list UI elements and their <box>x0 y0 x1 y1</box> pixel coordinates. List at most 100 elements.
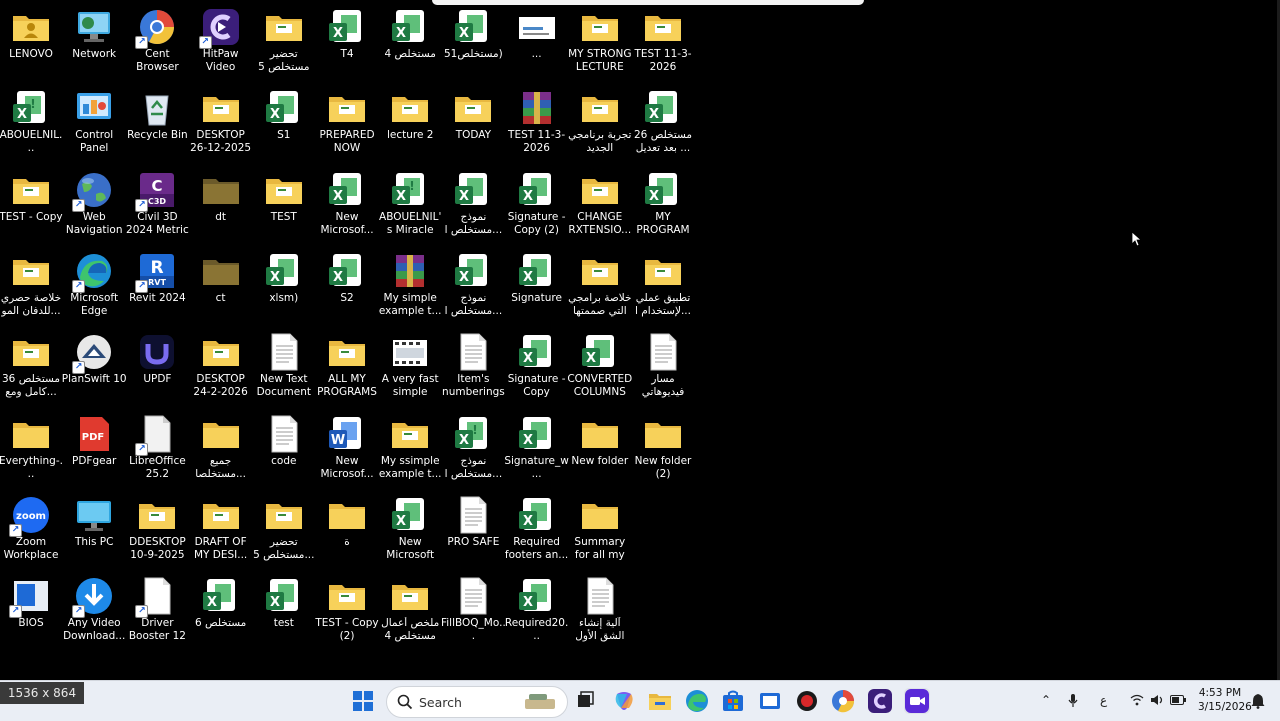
desktop-icon[interactable]: PDF PDFgear <box>62 408 126 488</box>
desktop-icon[interactable]: zoom ↗ Zoom Workplace <box>0 489 63 569</box>
desktop-icon[interactable]: DDESKTOP 10-9-2025 <box>125 489 189 569</box>
desktop-icon[interactable]: X مستخلص 4 <box>378 1 442 81</box>
desktop-icon[interactable]: X مستخلص51) <box>441 1 505 81</box>
desktop-icon[interactable]: LENOVO <box>0 1 63 81</box>
desktop-icon[interactable]: ↗HitPaw Video Converter <box>189 1 253 81</box>
taskbar-store-button[interactable] <box>720 688 746 714</box>
desktop-icon[interactable]: Network <box>62 1 126 81</box>
taskbar-search-box[interactable]: Search <box>386 686 568 718</box>
desktop-icon[interactable]: X مستخلص 26 بعد تعديل ... <box>631 82 695 162</box>
desktop-icon[interactable]: TEST - Copy (2) <box>315 570 379 650</box>
desktop-icon[interactable]: ↗ Microsoft Edge <box>62 245 126 325</box>
desktop-icon[interactable]: مسار فيديوهاتي <box>631 326 695 406</box>
language-indicator[interactable]: ع <box>1100 693 1107 707</box>
desktop-icon[interactable]: X Signature - Copy <box>505 326 569 406</box>
desktop-icon[interactable]: X Signature - Copy (2) <box>505 164 569 244</box>
desktop-icon[interactable]: !XABOUELNIL's Miracle Aut... <box>378 164 442 244</box>
notification-bell-icon[interactable] <box>1251 693 1265 709</box>
desktop-icon[interactable]: ALL MY PROGRAMS <box>315 326 379 406</box>
desktop-icon[interactable]: ... <box>505 1 569 81</box>
desktop-icon[interactable]: New folder (2) <box>631 408 695 488</box>
desktop-icon[interactable]: My ssimple example t... <box>378 408 442 488</box>
taskbar-hitpaw-button[interactable] <box>867 688 893 714</box>
desktop-icon[interactable]: ↗ Web Navigation <box>62 164 126 244</box>
desktop-icon[interactable]: ↗ Any Video Download... <box>62 570 126 650</box>
desktop-icon[interactable]: تجربة برنامجي الجديد <box>568 82 632 162</box>
desktop-icon[interactable]: !XABOUELNIL... GENERATO... <box>0 82 63 162</box>
desktop-icon[interactable]: dt <box>189 164 253 244</box>
desktop-icon[interactable]: DESKTOP 26-12-2025 <box>189 82 253 162</box>
desktop-icon[interactable]: Summary for all my succ... <box>568 489 632 569</box>
desktop[interactable]: LENOVO Network ↗ Cent Browser ↗ HitPaw Video … <box>0 0 1280 680</box>
desktop-icon[interactable]: خلاصة حصري للدفان المو... <box>0 245 63 325</box>
desktop-icon[interactable]: lecture 2 <box>378 82 442 162</box>
desktop-icon[interactable]: X Signature_w... <box>504 408 569 488</box>
taskbar-task-view-button[interactable] <box>572 688 598 714</box>
start-button[interactable] <box>350 688 376 714</box>
clock[interactable]: 4:53 PM 3/15/2026 <box>1198 686 1252 714</box>
taskbar-edge-button[interactable] <box>684 688 710 714</box>
desktop-icon[interactable]: DESKTOP 24-2-2026 <box>189 326 253 406</box>
show-hidden-icons-chevron-icon[interactable]: ⌃ <box>1041 693 1051 707</box>
taskbar-file-explorer-button[interactable] <box>647 688 673 714</box>
desktop-icon[interactable]: A very fast simple expl... <box>378 326 442 406</box>
desktop-icon[interactable]: ↗ PlanSwift 10 <box>62 326 127 406</box>
desktop-icon[interactable]: ! X نموذج مستخلص ا... <box>441 408 505 488</box>
desktop-icon[interactable]: This PC <box>62 489 126 569</box>
taskbar-recorder-button[interactable] <box>904 688 930 714</box>
taskbar-app-red-button[interactable] <box>794 688 820 714</box>
desktop-icon[interactable]: X New Microsof... <box>315 164 379 244</box>
desktop-icon[interactable]: Item's numberings <box>441 326 505 406</box>
desktop-icon[interactable]: CHANGE RXTENSIO... <box>568 164 632 244</box>
desktop-icon[interactable]: X S2 <box>315 245 379 325</box>
battery-icon[interactable] <box>1170 695 1186 705</box>
desktop-icon[interactable]: ↗ BIOS <box>0 570 63 650</box>
desktop-icon[interactable]: code <box>252 408 316 488</box>
desktop-icon[interactable]: ↗ Driver Booster 12 <box>125 570 189 650</box>
desktop-icon[interactable]: R RVT ↗ Revit 2024 <box>125 245 189 325</box>
desktop-icon[interactable]: تحضير مستخلص 5... <box>252 489 316 569</box>
desktop-icon[interactable]: X مستخلص 6 <box>189 570 253 650</box>
desktop-icon[interactable]: ملخص أعمال مستخلص 4 <box>378 570 442 650</box>
desktop-icon[interactable]: X Required20... <box>505 570 569 650</box>
desktop-icon[interactable]: C C3D ↗ Civil 3D 2024 Metric <box>125 164 189 244</box>
desktop-icon[interactable]: Recycle Bin <box>125 82 189 162</box>
desktop-icon[interactable]: TEST 11-3-2026 <box>631 1 695 81</box>
desktop-icon[interactable]: ة <box>315 489 379 569</box>
desktop-icon[interactable]: ↗ LibreOffice 25.2 <box>125 408 189 488</box>
microphone-icon[interactable] <box>1068 694 1078 708</box>
desktop-icon[interactable]: X New Microsoft Ex... <box>378 489 442 569</box>
desktop-icon[interactable]: PRO SAFE <box>441 489 505 569</box>
desktop-icon[interactable]: TODAY <box>441 82 505 162</box>
desktop-icon[interactable]: X Required footers an... <box>505 489 569 569</box>
desktop-icon[interactable]: X نموذج مستخلص ا... <box>441 164 505 244</box>
desktop-icon[interactable]: TEST - Copy <box>0 164 63 244</box>
desktop-icon[interactable]: X S1 <box>252 82 316 162</box>
desktop-icon[interactable]: تحضير مستخلص 5 <box>252 1 316 81</box>
desktop-icon[interactable]: New Text Document <box>252 326 316 406</box>
taskbar-chrome-button[interactable] <box>830 688 856 714</box>
desktop-icon[interactable]: TEST 11-3-2026 <box>505 82 569 162</box>
desktop-icon[interactable]: خلاصة برامجي التي صممتها <box>568 245 632 325</box>
desktop-icon[interactable]: ↗ Cent Browser <box>125 1 189 81</box>
desktop-icon[interactable]: My simple example t... <box>378 245 442 325</box>
taskbar-copilot-button[interactable] <box>611 688 637 714</box>
desktop-icon[interactable]: Everything-... <box>0 408 63 488</box>
desktop-icon[interactable]: ct <box>189 245 253 325</box>
desktop-icon[interactable]: Xxlsm) <box>252 245 316 325</box>
desktop-icon[interactable]: FillBOQ_Mo... <box>441 570 506 650</box>
desktop-icon[interactable]: New folder <box>568 408 632 488</box>
desktop-icon[interactable]: X CONVERTED COLUMNS T... <box>567 326 632 406</box>
desktop-icon[interactable]: DRAFT OF MY DESI... <box>189 489 253 569</box>
desktop-icon[interactable]: Xtest <box>252 570 316 650</box>
desktop-icon[interactable]: X MY PROGRAM <box>631 164 695 244</box>
desktop-icon[interactable]: X Signature <box>505 245 569 325</box>
volume-icon[interactable] <box>1150 694 1164 706</box>
desktop-icon[interactable]: PREPARED NOW <box>315 82 379 162</box>
desktop-icon[interactable]: UPDF <box>125 326 189 406</box>
desktop-icon[interactable]: مستخلص 36 كامل ومع... <box>0 326 63 406</box>
desktop-icon[interactable]: X T4 <box>315 1 379 81</box>
desktop-icon[interactable]: W New Microsof... <box>315 408 379 488</box>
desktop-icon[interactable]: TEST <box>252 164 316 244</box>
desktop-icon[interactable]: MY STRONG LECTURE E... <box>568 1 632 81</box>
